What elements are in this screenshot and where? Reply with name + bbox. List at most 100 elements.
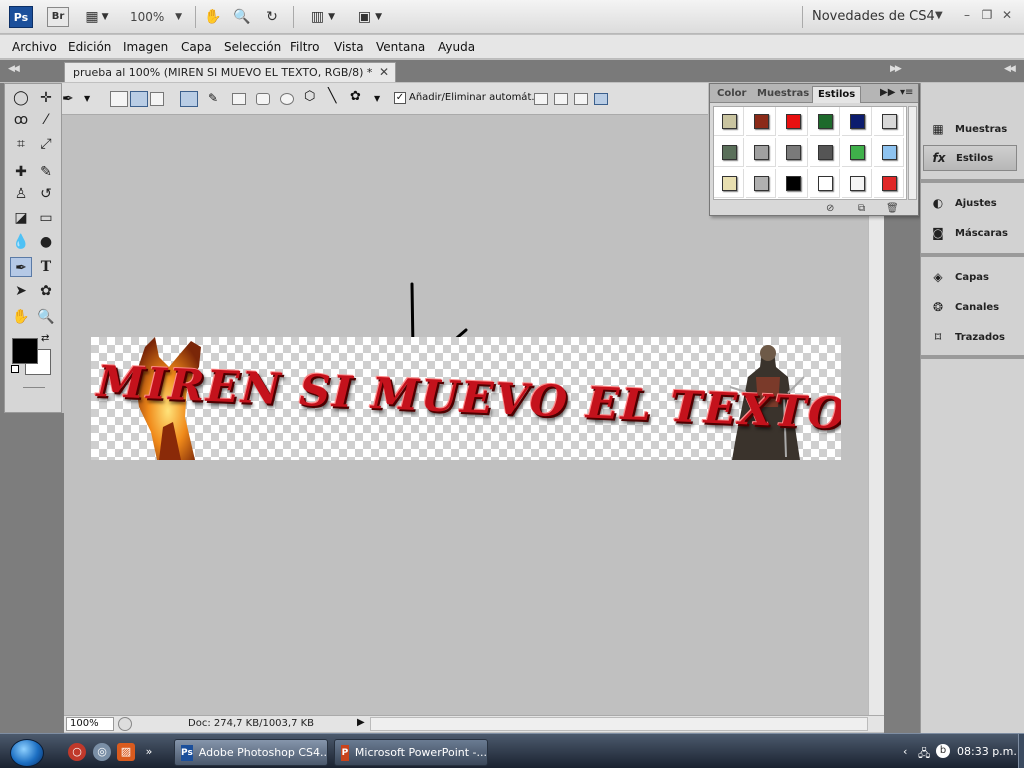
zoom-level-select[interactable]: 100% ▼ bbox=[130, 8, 182, 26]
bridge-button[interactable]: Br bbox=[47, 7, 69, 27]
path-area-intersect-button[interactable] bbox=[574, 93, 588, 105]
paint-icon[interactable]: ▨ bbox=[117, 743, 135, 761]
hand-tool[interactable]: ✋ bbox=[10, 307, 32, 327]
tab-muestras[interactable]: Muestras bbox=[752, 86, 814, 103]
document-tab[interactable]: prueba al 100% (MIREN SI MUEVO EL TEXTO,… bbox=[64, 62, 396, 82]
network-icon[interactable]: 🖧 bbox=[918, 745, 930, 764]
rotate-view-button[interactable]: ↻ bbox=[262, 7, 282, 27]
chevron-down-icon[interactable]: ▼ bbox=[935, 10, 943, 21]
zoom-tool[interactable]: 🔍 bbox=[35, 307, 57, 327]
path-selection-tool[interactable]: ➤ bbox=[10, 281, 32, 301]
menu-capa[interactable]: Capa bbox=[181, 40, 212, 54]
dodge-tool[interactable]: ● bbox=[35, 232, 57, 252]
browser-icon[interactable]: ○ bbox=[68, 743, 86, 761]
menu-ventana[interactable]: Ventana bbox=[376, 40, 425, 54]
chevron-down-icon[interactable]: ▼ bbox=[374, 94, 380, 103]
style-swatch[interactable] bbox=[810, 138, 840, 167]
arrange-documents-button[interactable]: ▥ ▼ bbox=[305, 7, 341, 27]
style-swatch[interactable] bbox=[746, 138, 776, 167]
auto-add-delete-checkbox[interactable]: ✓ bbox=[394, 92, 406, 104]
menu-vista[interactable]: Vista bbox=[334, 40, 364, 54]
new-style-icon[interactable]: ⧉ bbox=[858, 203, 865, 214]
style-swatch[interactable] bbox=[778, 169, 808, 198]
style-swatch[interactable] bbox=[810, 107, 840, 136]
move-tool[interactable]: ✛ bbox=[35, 88, 57, 108]
style-swatch[interactable] bbox=[778, 107, 808, 136]
blur-tool[interactable]: 💧 bbox=[10, 232, 32, 252]
style-swatch[interactable] bbox=[746, 169, 776, 198]
freeform-pen-button[interactable]: ✎ bbox=[208, 91, 226, 107]
minimize-button[interactable]: – bbox=[958, 8, 976, 24]
task-powerpoint[interactable]: P Microsoft PowerPoint -... bbox=[334, 739, 488, 766]
trash-icon[interactable]: 🗑 bbox=[886, 203, 899, 214]
zoom-tool-button[interactable]: 🔍 bbox=[232, 7, 252, 27]
clock[interactable]: 08:33 p.m. bbox=[957, 745, 1017, 758]
pen-button[interactable] bbox=[180, 91, 198, 107]
menu-archivo[interactable]: Archivo bbox=[12, 40, 57, 54]
task-photoshop[interactable]: Ps Adobe Photoshop CS4... bbox=[174, 739, 328, 766]
workspace-switcher[interactable]: Novedades de CS4 bbox=[812, 9, 935, 24]
start-button[interactable] bbox=[10, 739, 44, 767]
path-area-subtract-button[interactable] bbox=[554, 93, 568, 105]
brush-tool[interactable]: ✎ bbox=[35, 162, 57, 182]
tray-expand-icon[interactable]: ‹ bbox=[903, 745, 907, 758]
style-swatch[interactable] bbox=[714, 107, 744, 136]
screen-mode-button[interactable]: ▣ ▼ bbox=[352, 7, 388, 27]
no-style-icon[interactable]: ⊘ bbox=[826, 203, 834, 214]
horizontal-scrollbar[interactable] bbox=[370, 717, 868, 731]
style-swatch[interactable] bbox=[842, 138, 872, 167]
magic-wand-tool[interactable]: ⁄ bbox=[35, 110, 57, 130]
foreground-color-swatch[interactable] bbox=[12, 338, 38, 364]
custom-shape-button[interactable]: ✿ bbox=[350, 89, 368, 105]
close-icon[interactable]: ✕ bbox=[379, 65, 389, 79]
dock-item-muestras[interactable]: ▦ Muestras bbox=[923, 116, 1017, 142]
fill-pixels-button[interactable] bbox=[150, 92, 164, 106]
menu-edicion[interactable]: Edición bbox=[68, 40, 111, 54]
lasso-tool[interactable]: ꝏ bbox=[10, 110, 32, 130]
tab-color[interactable]: Color bbox=[712, 86, 751, 103]
gradient-tool[interactable]: ▭ bbox=[35, 208, 57, 228]
polygon-shape-button[interactable]: ⬡ bbox=[304, 89, 322, 105]
tab-estilos[interactable]: Estilos bbox=[812, 86, 862, 103]
shape-layers-button[interactable] bbox=[110, 91, 128, 107]
marquee-tool[interactable]: ◯ bbox=[10, 88, 32, 108]
menu-seleccion[interactable]: Selección bbox=[224, 40, 281, 54]
style-swatch[interactable] bbox=[842, 169, 872, 198]
hand-tool-button[interactable]: ✋ bbox=[203, 7, 223, 27]
dock-item-capas[interactable]: ◈ Capas bbox=[923, 264, 1017, 290]
style-swatch[interactable] bbox=[778, 138, 808, 167]
history-brush-tool[interactable]: ↺ bbox=[35, 184, 57, 204]
more-quicklaunch-icon[interactable]: » bbox=[143, 743, 155, 761]
extras-view-button[interactable]: ▦ ▼ bbox=[82, 7, 112, 27]
clone-stamp-tool[interactable]: ♙ bbox=[10, 184, 32, 204]
path-area-add-button[interactable] bbox=[534, 93, 548, 105]
style-swatch[interactable] bbox=[746, 107, 776, 136]
status-zoom-field[interactable]: 100% bbox=[66, 717, 114, 731]
dock-item-estilos[interactable]: fx Estilos bbox=[923, 145, 1017, 171]
close-button[interactable]: ✕ bbox=[998, 8, 1016, 24]
zoom-preview-icon[interactable] bbox=[118, 717, 132, 731]
paths-mode-button[interactable] bbox=[130, 91, 148, 107]
custom-shape-tool[interactable]: ✿ bbox=[35, 281, 57, 301]
default-colors-icon[interactable] bbox=[11, 365, 19, 373]
style-swatch[interactable] bbox=[874, 107, 904, 136]
crop-tool[interactable]: ⌗ bbox=[10, 134, 32, 154]
menu-imagen[interactable]: Imagen bbox=[123, 40, 168, 54]
dock-item-mascaras[interactable]: ◙ Máscaras bbox=[923, 220, 1017, 246]
styles-scrollbar[interactable] bbox=[908, 106, 917, 200]
expand-arrows-icon[interactable]: ▶▶ bbox=[880, 87, 895, 98]
ellipse-shape-button[interactable] bbox=[280, 93, 294, 105]
menu-filtro[interactable]: Filtro bbox=[290, 40, 319, 54]
dock-item-trazados[interactable]: ⌑ Trazados bbox=[923, 324, 1017, 350]
line-shape-button[interactable]: ╲ bbox=[328, 88, 346, 104]
chevron-down-icon[interactable]: ▼ bbox=[84, 94, 90, 103]
style-swatch[interactable] bbox=[714, 169, 744, 198]
show-desktop-button[interactable] bbox=[1018, 734, 1024, 768]
rectangle-shape-button[interactable] bbox=[232, 93, 246, 105]
style-swatch[interactable] bbox=[874, 169, 904, 198]
style-swatch[interactable] bbox=[714, 138, 744, 167]
app-tray-icon[interactable]: b bbox=[936, 744, 950, 758]
collapse-arrows-icon[interactable]: ◀◀ bbox=[1004, 64, 1016, 74]
style-swatch[interactable] bbox=[842, 107, 872, 136]
collapse-arrows-icon[interactable]: ◀◀ bbox=[8, 64, 20, 74]
